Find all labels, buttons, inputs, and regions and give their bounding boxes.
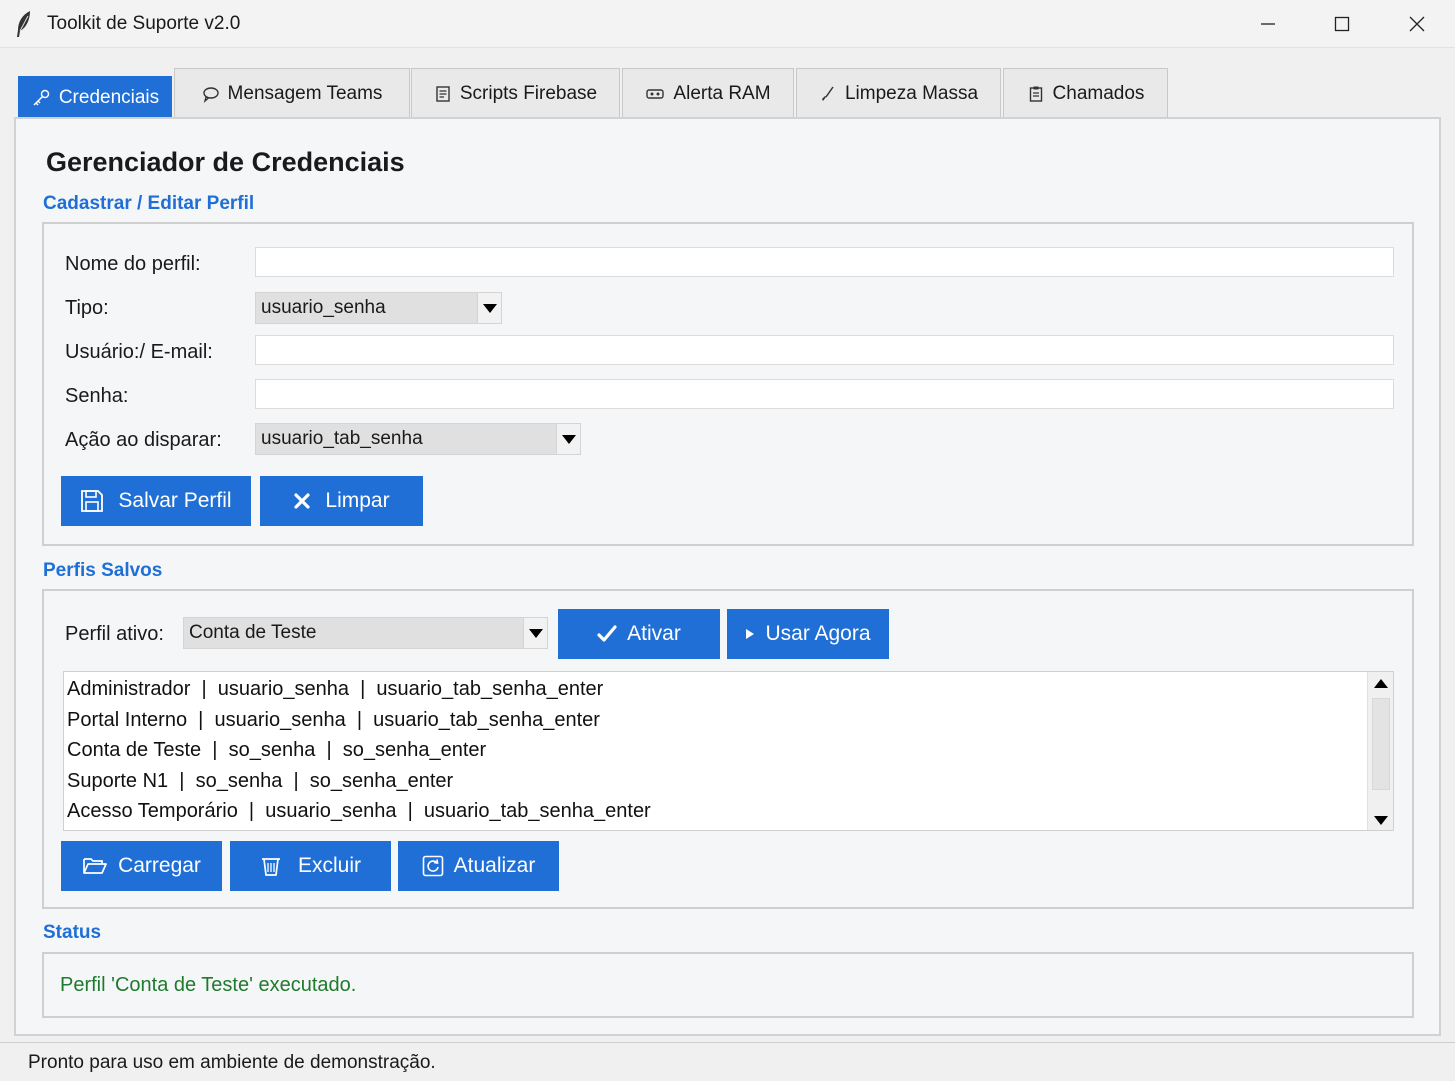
script-icon bbox=[436, 85, 450, 102]
broom-icon bbox=[821, 86, 834, 101]
tab-label: Scripts Firebase bbox=[459, 82, 598, 104]
senha-input[interactable] bbox=[255, 379, 1394, 409]
clear-label: Limpar bbox=[325, 489, 390, 512]
x-mark-icon bbox=[294, 493, 310, 509]
section-title-status: Status bbox=[43, 922, 102, 943]
section-title-saved: Perfis Salvos bbox=[43, 560, 163, 581]
tab-limpeza-massa[interactable]: Limpeza Massa bbox=[796, 68, 1001, 118]
refresh-label: Atualizar bbox=[453, 854, 536, 877]
scroll-down-icon[interactable] bbox=[1374, 816, 1388, 825]
page-title: Gerenciador de Credenciais bbox=[46, 147, 405, 177]
usuario-label: Usuário:/ E-mail: bbox=[65, 341, 213, 363]
active-profile-label: Perfil ativo: bbox=[65, 623, 164, 645]
key-icon bbox=[33, 89, 50, 106]
section-title-form: Cadastrar / Editar Perfil bbox=[43, 193, 255, 214]
delete-button[interactable]: Excluir bbox=[230, 841, 391, 891]
acao-label: Ação ao disparar: bbox=[65, 429, 222, 451]
active-profile-value: Conta de Teste bbox=[189, 622, 317, 643]
chevron-down-icon[interactable] bbox=[523, 618, 547, 648]
tab-mensagem-teams[interactable]: Mensagem Teams bbox=[174, 68, 410, 118]
save-profile-button[interactable]: Salvar Perfil bbox=[61, 476, 251, 526]
profile-form-group: Nome do perfil: Tipo: usuario_senha Usuá… bbox=[42, 222, 1414, 546]
close-icon bbox=[1409, 16, 1425, 32]
chat-bubble-icon bbox=[202, 86, 219, 103]
usuario-input[interactable] bbox=[255, 335, 1394, 365]
memory-icon bbox=[646, 88, 665, 99]
list-item[interactable]: Administrador | usuario_senha | usuario_… bbox=[67, 678, 603, 701]
title-bar: Toolkit de Suporte v2.0 bbox=[0, 0, 1455, 48]
saved-profiles-group: Perfil ativo: Conta de Teste Ativar Usar… bbox=[42, 589, 1414, 909]
tipo-select[interactable]: usuario_senha bbox=[255, 292, 502, 324]
profiles-list[interactable]: Administrador | usuario_senha | usuario_… bbox=[63, 671, 1394, 831]
activate-label: Ativar bbox=[627, 622, 681, 645]
credentials-panel: Gerenciador de Credenciais Cadastrar / E… bbox=[14, 117, 1441, 1036]
play-icon bbox=[746, 629, 755, 639]
status-bar-text: Pronto para uso em ambiente de demonstra… bbox=[28, 1052, 436, 1073]
tab-chamados[interactable]: Chamados bbox=[1003, 68, 1168, 118]
load-label: Carregar bbox=[118, 854, 201, 877]
feather-icon bbox=[14, 10, 34, 38]
scroll-up-icon[interactable] bbox=[1374, 679, 1388, 688]
chevron-down-icon[interactable] bbox=[477, 293, 501, 323]
tab-label: Limpeza Massa bbox=[844, 82, 979, 104]
list-scrollbar[interactable] bbox=[1367, 672, 1393, 830]
list-item[interactable]: Portal Interno | usuario_senha | usuario… bbox=[67, 709, 600, 732]
check-icon bbox=[597, 625, 617, 642]
activate-button[interactable]: Ativar bbox=[558, 609, 720, 659]
scroll-thumb[interactable] bbox=[1372, 698, 1390, 790]
list-item[interactable]: Suporte N1 | so_senha | so_senha_enter bbox=[67, 770, 453, 793]
tab-label: Chamados bbox=[1052, 82, 1145, 104]
use-now-label: Usar Agora bbox=[765, 622, 871, 645]
minimize-button[interactable] bbox=[1230, 0, 1306, 48]
tab-label: Mensagem Teams bbox=[227, 82, 383, 104]
tab-credenciais[interactable]: Credenciais bbox=[18, 76, 172, 118]
acao-select[interactable]: usuario_tab_senha bbox=[255, 423, 581, 455]
clear-button[interactable]: Limpar bbox=[260, 476, 423, 526]
clipboard-icon bbox=[1029, 86, 1042, 102]
delete-label: Excluir bbox=[297, 854, 361, 877]
status-group: Perfil 'Conta de Teste' executado. bbox=[42, 952, 1414, 1018]
window-title: Toolkit de Suporte v2.0 bbox=[47, 13, 241, 34]
tab-scripts-firebase[interactable]: Scripts Firebase bbox=[411, 68, 620, 118]
status-bar: Pronto para uso em ambiente de demonstra… bbox=[0, 1042, 1455, 1081]
minimize-icon bbox=[1261, 23, 1275, 25]
senha-label: Senha: bbox=[65, 385, 129, 407]
nome-input[interactable] bbox=[255, 247, 1394, 277]
trash-icon bbox=[261, 858, 280, 876]
tab-label: Credenciais bbox=[58, 86, 160, 108]
refresh-button[interactable]: Atualizar bbox=[398, 841, 559, 891]
maximize-button[interactable] bbox=[1304, 0, 1380, 48]
save-profile-label: Salvar Perfil bbox=[118, 489, 232, 512]
acao-value: usuario_tab_senha bbox=[261, 428, 423, 449]
chevron-down-icon[interactable] bbox=[556, 424, 580, 454]
active-profile-select[interactable]: Conta de Teste bbox=[183, 617, 548, 649]
maximize-icon bbox=[1334, 16, 1350, 32]
floppy-disk-icon bbox=[81, 490, 104, 512]
tipo-value: usuario_senha bbox=[261, 297, 386, 318]
load-button[interactable]: Carregar bbox=[61, 841, 222, 891]
tipo-label: Tipo: bbox=[65, 297, 109, 319]
close-button[interactable] bbox=[1379, 0, 1455, 48]
list-item[interactable]: Conta de Teste | so_senha | so_senha_ent… bbox=[67, 739, 486, 762]
list-item[interactable]: Acesso Temporário | usuario_senha | usua… bbox=[67, 800, 651, 823]
refresh-icon bbox=[422, 855, 443, 877]
folder-open-icon bbox=[83, 858, 107, 874]
status-message: Perfil 'Conta de Teste' executado. bbox=[60, 974, 357, 996]
tab-label: Alerta RAM bbox=[673, 82, 771, 104]
tab-alerta-ram[interactable]: Alerta RAM bbox=[622, 68, 794, 118]
use-now-button[interactable]: Usar Agora bbox=[727, 609, 889, 659]
nome-label: Nome do perfil: bbox=[65, 253, 201, 275]
